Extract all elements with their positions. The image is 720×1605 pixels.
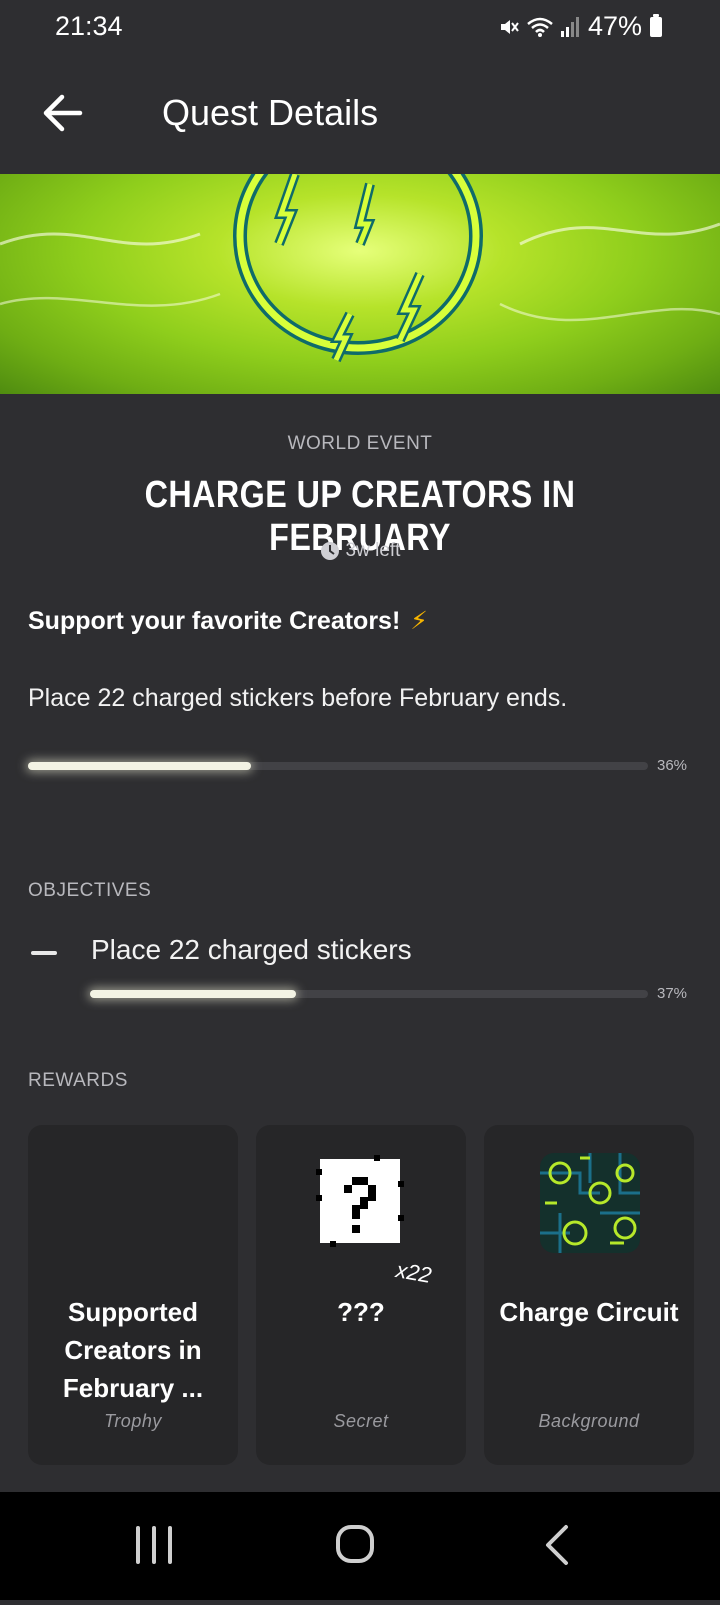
lightning-emblem-image [0, 174, 720, 363]
quest-tagline: Support your favorite Creators! ⚡ [28, 606, 428, 636]
wifi-icon [527, 17, 553, 37]
page-title: Quest Details [162, 92, 379, 133]
time-left-text: 3w left [345, 540, 401, 561]
back-button[interactable] [38, 88, 88, 138]
reward-card-background[interactable]: Charge Circuit Background [484, 1125, 694, 1465]
tagline-text: Support your favorite Creators! [28, 606, 401, 635]
reward-name: Charge Circuit [499, 1297, 679, 1327]
arrow-left-icon [43, 94, 83, 132]
time-left: 3w left [0, 540, 720, 562]
quest-progress-bar [28, 762, 648, 770]
quest-progress-label: 36% [657, 757, 688, 774]
objective-status-dash [31, 951, 57, 955]
rewards-heading: REWARDS [28, 1070, 128, 1091]
status-right: 47% [498, 11, 662, 42]
objective-text: Place 22 charged stickers [91, 934, 412, 965]
objective-progress-label: 37% [657, 985, 688, 1002]
home-icon [336, 1525, 374, 1563]
objectives-heading: OBJECTIVES [28, 880, 152, 901]
quest-progress-fill [28, 762, 252, 770]
mute-icon [500, 19, 519, 34]
circuit-pattern-icon [540, 1153, 640, 1253]
reward-type: Secret [333, 1411, 389, 1431]
reward-card-secret[interactable]: x22 ??? Secret [256, 1125, 466, 1465]
recent-apps-icon [136, 1526, 172, 1564]
reward-name: ??? [337, 1297, 385, 1327]
quest-banner [0, 174, 720, 394]
home-button[interactable] [296, 1492, 416, 1600]
reward-type: Background [538, 1411, 640, 1431]
signal-icon [560, 16, 579, 37]
status-time: 21:34 [55, 11, 123, 41]
reward-count: x22 [394, 1257, 434, 1288]
objective-progress-fill [90, 990, 297, 998]
quest-description: Place 22 charged stickers before Februar… [28, 684, 568, 712]
objective-progress-bar [90, 990, 648, 998]
reward-card-trophy[interactable]: Supported Creators in February ... Troph… [28, 1125, 238, 1465]
lightning-emoji-icon: ⚡ [410, 607, 428, 635]
status-bar: 21:34 47% [0, 0, 720, 52]
system-back-button[interactable] [498, 1492, 618, 1600]
reward-type: Trophy [104, 1411, 162, 1431]
system-nav-bar [0, 1492, 720, 1600]
chevron-left-icon [546, 1525, 568, 1565]
reward-name: Supported Creators in February ... [62, 1297, 204, 1403]
app-bar: Quest Details [0, 52, 720, 174]
status-icons [498, 16, 580, 38]
recent-apps-button[interactable] [94, 1492, 214, 1600]
quest-category: WORLD EVENT [287, 433, 433, 454]
battery-percent: 47% [587, 11, 642, 41]
mystery-sticker-icon [316, 1155, 404, 1247]
clock-icon [320, 542, 339, 560]
battery-icon [650, 13, 662, 37]
